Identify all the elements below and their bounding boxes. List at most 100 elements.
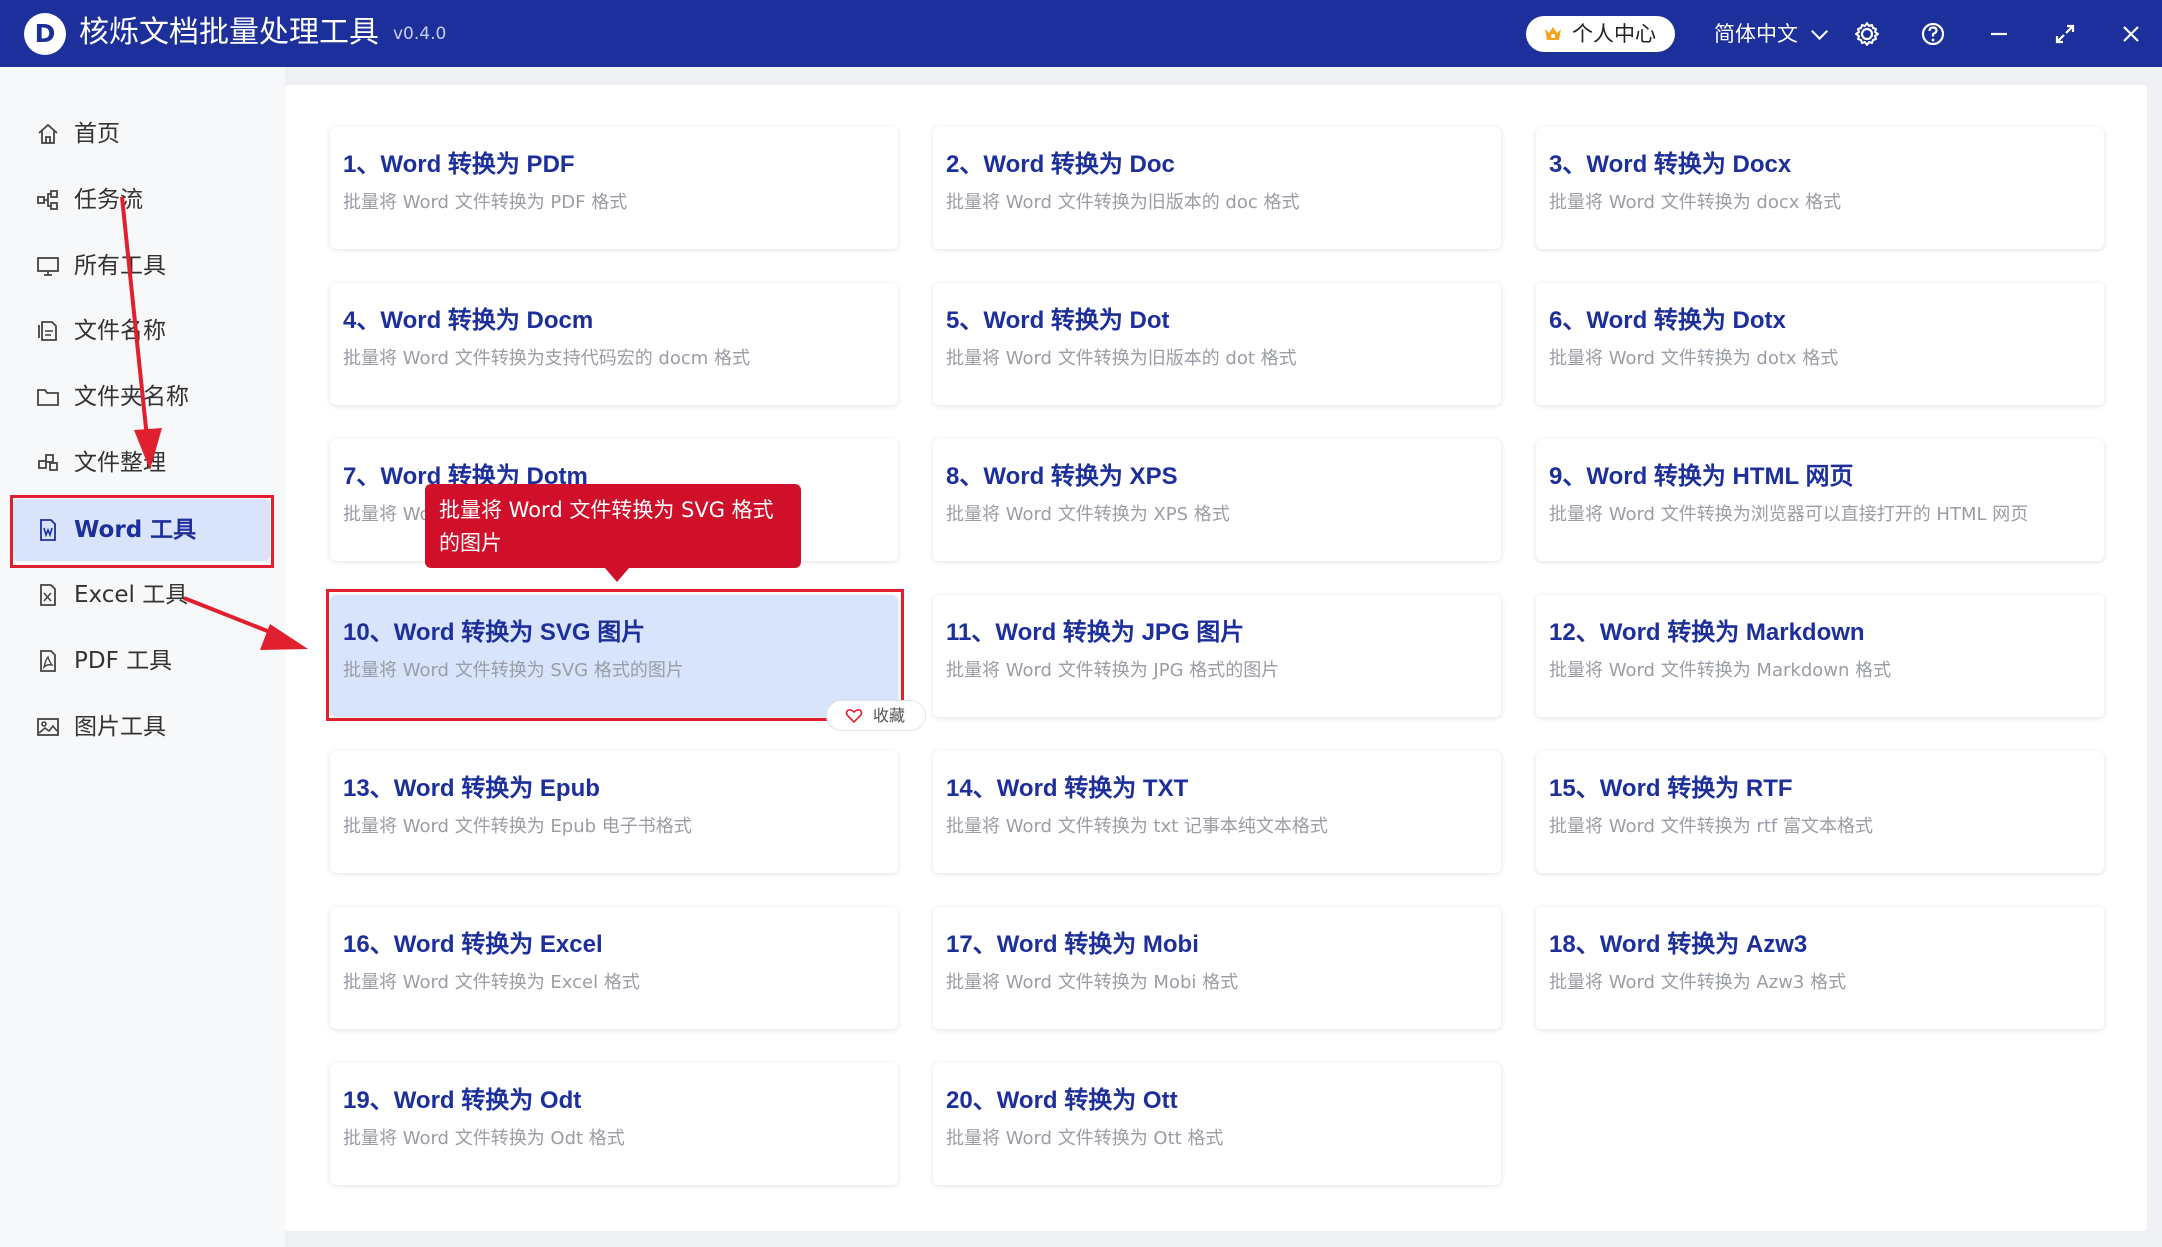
card-description: 批量将 Word 文件转换为 docx 格式 [1549, 192, 1842, 213]
card-title: 5、Word 转换为 Dot [946, 307, 1170, 334]
tool-card-word-to-dotx[interactable]: 6、Word 转换为 Dotx 批量将 Word 文件转换为 dotx 格式 [1536, 283, 2104, 405]
card-title: 3、Word 转换为 Docx [1549, 151, 1792, 178]
sidebar-item-label: 所有工具 [74, 253, 166, 279]
sidebar-item-pdf-tools[interactable]: PDF 工具 [12, 630, 270, 692]
tooltip: 批量将 Word 文件转换为 SVG 格式的图片 [425, 484, 801, 582]
sidebar: 首页 任务流 所有工具 文件名称 文件夹名称 文件整理 Word 工具 Exce… [0, 67, 285, 1247]
crown-icon [1545, 27, 1561, 40]
minimize-icon[interactable] [1982, 17, 2016, 51]
card-title: 13、Word 转换为 Epub [343, 775, 600, 802]
sidebar-item-label: 文件名称 [74, 318, 166, 344]
card-description: 批量将 Word 文件转换为 txt 记事本纯文本格式 [946, 816, 1328, 837]
card-title: 2、Word 转换为 Doc [946, 151, 1175, 178]
sidebar-item-label: 文件夹名称 [74, 384, 189, 410]
image-icon [37, 718, 59, 736]
card-description: 批量将 Word 文件转换为 PDF 格式 [343, 192, 628, 213]
tool-card-word-to-epub[interactable]: 13、Word 转换为 Epub 批量将 Word 文件转换为 Epub 电子书格… [330, 751, 898, 873]
tool-card-word-to-xps[interactable]: 8、Word 转换为 XPS 批量将 Word 文件转换为 XPS 格式 [933, 439, 1501, 561]
card-description: 批量将 Word 文件转换为 rtf 富文本格式 [1549, 816, 1873, 837]
gear-icon[interactable] [1850, 17, 1884, 51]
card-description: 批量将 Word 文件转换为 Markdown 格式 [1549, 660, 1892, 681]
sidebar-item-home[interactable]: 首页 [12, 103, 270, 165]
tool-card-word-to-jpg[interactable]: 11、Word 转换为 JPG 图片批量将 Word 文件转换为 JPG 格式的… [933, 595, 1501, 717]
card-description: 批量将 Word 文件转换为支持代码宏的 docm 格式 [343, 348, 751, 369]
highlight-box-word-tools [10, 495, 274, 568]
card-description: 批量将 Word 文件转换为 JPG 格式的图片 [946, 660, 1280, 681]
heart-icon [845, 708, 863, 724]
tool-card-word-to-doc[interactable]: 2、Word 转换为 Doc 批量将 Word 文件转换为旧版本的 doc 格式 [933, 127, 1501, 249]
excel-file-icon [40, 584, 56, 606]
sidebar-item-workflow[interactable]: 任务流 [12, 169, 270, 231]
card-title: 20、Word 转换为 Ott [946, 1087, 1178, 1114]
sidebar-item-image-tools[interactable]: 图片工具 [12, 696, 270, 758]
card-title: 8、Word 转换为 XPS [946, 463, 1178, 490]
user-center-label: 个人中心 [1572, 22, 1656, 46]
tool-card-word-to-markdown[interactable]: 12、Word 转换为 Markdown 批量将 Word 文件转换为 Markd… [1536, 595, 2104, 717]
card-description: 批量将 Word 文件转换为 Ott 格式 [946, 1128, 1224, 1149]
language-selector[interactable]: 简体中文 [1714, 18, 1829, 50]
home-icon [38, 123, 58, 144]
card-description: 批量将 Word 文件转换为 Excel 格式 [343, 972, 640, 993]
card-title: 16、Word 转换为 Excel [343, 931, 603, 958]
tool-card-word-to-dot[interactable]: 5、Word 转换为 Dot 批量将 Word 文件转换为旧版本的 dot 格式 [933, 283, 1501, 405]
sidebar-item-file-organize[interactable]: 文件整理 [12, 432, 270, 494]
tool-card-word-to-docm[interactable]: 4、Word 转换为 Docm 批量将 Word 文件转换为支持代码宏的 docm… [330, 283, 898, 405]
organize-icon [38, 454, 58, 471]
sidebar-item-label: 任务流 [74, 187, 143, 213]
tool-card-word-to-mobi[interactable]: 17、Word 转换为 Mobi 批量将 Word 文件转换为 Mobi 格式 [933, 907, 1501, 1029]
highlight-box-svg-card [326, 589, 904, 721]
sidebar-item-all-tools[interactable]: 所有工具 [12, 235, 270, 297]
user-center-button[interactable]: 个人中心 [1526, 16, 1675, 52]
tool-card-word-to-txt[interactable]: 14、Word 转换为 TXT 批量将 Word 文件转换为 txt 记事本纯文本… [933, 751, 1501, 873]
card-title: 9、Word 转换为 HTML 网页 [1549, 463, 1854, 490]
help-icon[interactable] [1916, 17, 1950, 51]
favorite-button[interactable]: 收藏 [826, 700, 926, 731]
tool-card-word-to-odt[interactable]: 19、Word 转换为 Odt 批量将 Word 文件转换为 Odt 格式 [330, 1063, 898, 1185]
file-name-icon [38, 321, 57, 341]
sidebar-item-excel-tools[interactable]: Excel 工具 [12, 564, 270, 626]
tool-card-word-to-excel[interactable]: 16、Word 转换为 Excel 批量将 Word 文件转换为 Excel 格式 [330, 907, 898, 1029]
card-description: 批量将 Word 文件转换为 Mobi 格式 [946, 972, 1239, 993]
tool-card-word-to-ott[interactable]: 20、Word 转换为 Ott 批量将 Word 文件转换为 Ott 格式 [933, 1063, 1501, 1185]
folder-icon [37, 389, 59, 406]
card-title: 19、Word 转换为 Odt [343, 1087, 582, 1114]
workflow-icon [37, 190, 58, 210]
pdf-file-icon [40, 650, 56, 672]
tool-card-word-to-rtf[interactable]: 15、Word 转换为 RTF 批量将 Word 文件转换为 rtf 富文本格式 [1536, 751, 2104, 873]
tool-card-word-to-pdf[interactable]: 1、Word 转换为 PDF 批量将 Word 文件转换为 PDF 格式 [330, 127, 898, 249]
app-version: v0.4.0 [393, 24, 447, 44]
chevron-down-icon [1811, 22, 1829, 40]
monitor-icon [37, 257, 59, 276]
language-label: 简体中文 [1714, 22, 1798, 46]
favorite-label: 收藏 [873, 706, 906, 725]
card-description: 批量将 Word 文件转换为旧版本的 dot 格式 [946, 348, 1297, 369]
sidebar-item-file-name[interactable]: 文件名称 [12, 300, 270, 362]
tool-card-word-to-html[interactable]: 9、Word 转换为 HTML 网页批量将 Word 文件转换为浏览器可以直接打… [1536, 439, 2104, 561]
card-title: 18、Word 转换为 Azw3 [1549, 931, 1808, 958]
sidebar-item-label: 首页 [74, 121, 120, 147]
sidebar-item-label: Excel 工具 [74, 582, 189, 608]
tool-card-word-to-azw3[interactable]: 18、Word 转换为 Azw3 批量将 Word 文件转换为 Azw3 格式 [1536, 907, 2104, 1029]
card-title: 15、Word 转换为 RTF [1549, 775, 1793, 802]
card-description: 批量将 Word 文件转换为浏览器可以直接打开的 HTML 网页 [1549, 504, 2029, 525]
scrollbar[interactable] [2149, 67, 2162, 1247]
card-title: 14、Word 转换为 TXT [946, 775, 1189, 802]
card-title: 6、Word 转换为 Dotx [1549, 307, 1786, 334]
close-icon[interactable] [2114, 17, 2148, 51]
card-description: 批量将 Word 文件转换为 Odt 格式 [343, 1128, 625, 1149]
sidebar-item-folder-name[interactable]: 文件夹名称 [12, 366, 270, 428]
card-title: 17、Word 转换为 Mobi [946, 931, 1199, 958]
app-title: 核烁文档批量处理工具 [79, 15, 379, 50]
title-bar: D 核烁文档批量处理工具 v0.4.0 个人中心 简体中文 [0, 0, 2162, 67]
tool-card-word-to-docx[interactable]: 3、Word 转换为 Docx 批量将 Word 文件转换为 docx 格式 [1536, 127, 2104, 249]
card-description: 批量将 Word 文件转换为 XPS 格式 [946, 504, 1230, 525]
sidebar-item-label: PDF 工具 [74, 648, 173, 674]
card-description: 批量将 Word 文件转换为 Epub 电子书格式 [343, 816, 692, 837]
sidebar-item-label: 图片工具 [74, 714, 166, 740]
card-description: 批量将 Word 文件转换为旧版本的 doc 格式 [946, 192, 1300, 213]
card-title: 4、Word 转换为 Docm [343, 307, 594, 334]
card-description: 批量将 Word 文件转换为 Azw3 格式 [1549, 972, 1847, 993]
card-title: 1、Word 转换为 PDF [343, 151, 575, 178]
card-title: 11、Word 转换为 JPG 图片 [946, 619, 1245, 646]
maximize-icon[interactable] [2048, 17, 2082, 51]
